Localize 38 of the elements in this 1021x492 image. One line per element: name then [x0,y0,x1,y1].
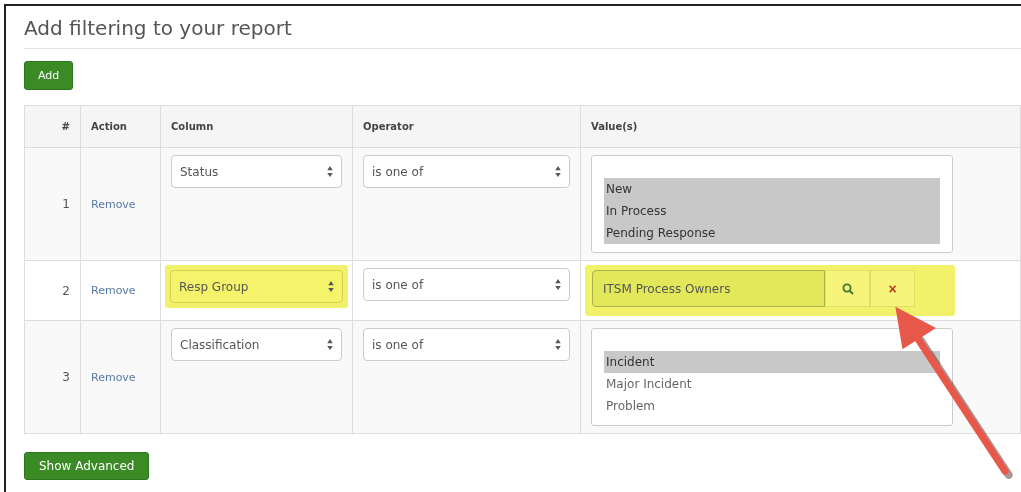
column-header: # [61,121,70,132]
clear-button[interactable]: × [870,270,915,307]
list-option[interactable]: Major Incident [604,373,940,395]
updown-icon [327,339,333,350]
page-title: Add filtering to your report [24,15,293,42]
row-number: 1 [62,197,70,211]
updown-icon [327,166,333,177]
search-icon [841,282,854,295]
updown-icon [555,339,561,350]
remove-link[interactable]: Remove [91,284,136,297]
list-option[interactable]: Pending Response [604,222,940,244]
dropdown-select[interactable]: is one of [363,328,570,361]
list-option[interactable]: Problem [604,395,940,417]
dropdown-select[interactable]: is one of [363,155,570,188]
row-number: 3 [62,370,70,384]
values-listbox[interactable]: New In Process Pending Response [591,155,953,253]
values-listbox[interactable]: Incident Major Incident Problem [591,328,953,426]
dropdown-select[interactable]: Resp Group [170,270,343,303]
remove-link[interactable]: Remove [91,370,136,384]
column-header: Action [91,121,127,132]
add-button[interactable]: Add [24,61,74,90]
remove-link[interactable]: Remove [91,197,136,211]
column-header: Value(s) [591,121,638,132]
value-input[interactable]: ITSM Process Owners [592,270,825,307]
list-option[interactable]: In Process [604,200,940,222]
dropdown-select[interactable]: Status [171,155,342,188]
dropdown-select[interactable]: is one of [363,268,570,301]
search-button[interactable] [825,270,870,307]
show-advanced-button[interactable]: Show Advanced [24,452,150,480]
column-header: Operator [363,121,414,132]
updown-icon [328,281,334,292]
list-option[interactable]: New [604,178,940,200]
list-option[interactable]: Incident [604,351,940,373]
column-header: Column [171,121,214,132]
dropdown-select[interactable]: Classification [171,328,342,361]
row-number: 2 [62,283,70,298]
updown-icon [555,279,561,290]
updown-icon [555,166,561,177]
